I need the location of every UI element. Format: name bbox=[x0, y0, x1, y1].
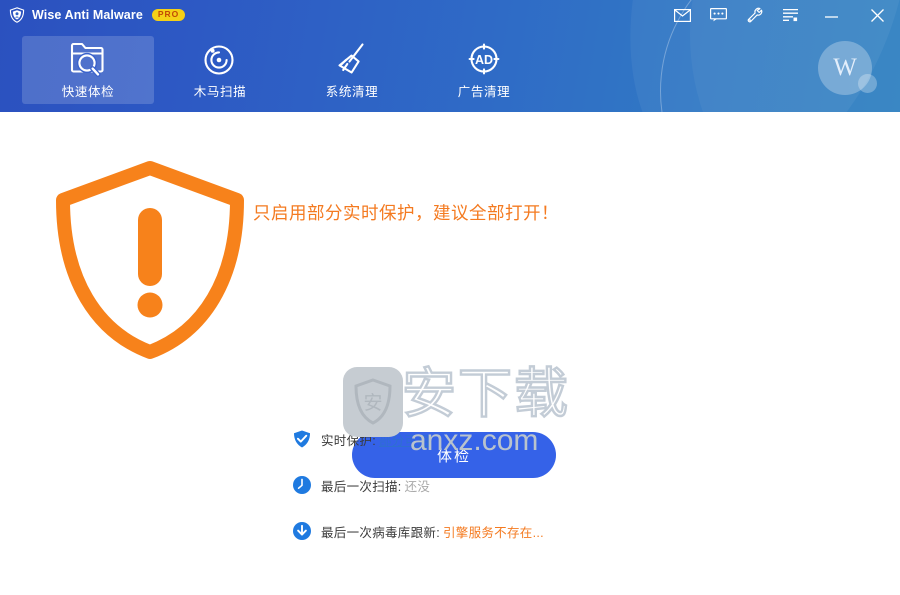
close-icon[interactable] bbox=[854, 0, 900, 30]
feedback-icon[interactable] bbox=[700, 0, 736, 30]
nav-label: 木马扫描 bbox=[193, 85, 247, 99]
titlebar-buttons bbox=[664, 0, 900, 30]
clock-gauge-icon bbox=[292, 475, 312, 495]
menu-icon[interactable] bbox=[772, 0, 808, 30]
status-list: 实时保护: 部分可用 最后一次扫描: 还没 最后一次病毒库跟新: 引擎服务不存在… bbox=[292, 425, 712, 563]
avatar-letter: W bbox=[833, 54, 857, 81]
status-label: 最后一次病毒库跟新: bbox=[321, 525, 440, 540]
wrench-icon[interactable] bbox=[736, 0, 772, 30]
main-nav: 快速体检 木马扫描 系统清理 AD 广告清理 bbox=[0, 36, 550, 104]
avatar[interactable]: W bbox=[818, 41, 877, 95]
nav-item-quick-check[interactable]: 快速体检 bbox=[22, 36, 154, 104]
svg-text:AD: AD bbox=[475, 53, 493, 67]
status-value[interactable]: 部分可用 bbox=[379, 430, 430, 449]
nav-item-system-clean[interactable]: 系统清理 bbox=[286, 36, 418, 104]
status-label: 实时保护: bbox=[321, 433, 376, 448]
nav-label: 快速体检 bbox=[61, 85, 115, 99]
svg-text:安下载: 安下载 bbox=[402, 364, 570, 424]
status-row-realtime-protection: 实时保护: 部分可用 bbox=[292, 425, 712, 453]
status-value: 引擎服务不存在... bbox=[442, 525, 544, 540]
broom-icon bbox=[331, 38, 373, 80]
app-header: Wise Anti Malware PRO 快速体检 木马扫描 系统清理 AD … bbox=[0, 0, 900, 112]
pro-badge: PRO bbox=[151, 9, 186, 21]
mail-icon[interactable] bbox=[664, 0, 700, 30]
radar-scan-icon bbox=[199, 38, 241, 80]
status-row-last-scan: 最后一次扫描: 还没 bbox=[292, 471, 712, 499]
folder-search-icon bbox=[67, 38, 109, 80]
shield-check-icon bbox=[292, 429, 312, 449]
download-arrow-icon bbox=[292, 521, 312, 541]
nav-label: 系统清理 bbox=[325, 85, 379, 99]
nav-label: 广告清理 bbox=[457, 85, 511, 99]
nav-item-ad-clean[interactable]: AD 广告清理 bbox=[418, 36, 550, 104]
ad-target-icon: AD bbox=[463, 38, 505, 80]
status-row-last-db-update: 最后一次病毒库跟新: 引擎服务不存在... bbox=[292, 517, 712, 545]
watermark-text: 安下载 bbox=[401, 362, 582, 429]
app-title: Wise Anti Malware bbox=[32, 8, 143, 22]
main-content: 只启用部分实时保护，建议全部打开！ 安 安下载 anxz.com 体检 实时保护… bbox=[0, 112, 900, 595]
svg-text:安: 安 bbox=[363, 392, 382, 414]
warning-message: 只启用部分实时保护，建议全部打开！ bbox=[253, 203, 559, 223]
app-window: Wise Anti Malware PRO 快速体检 木马扫描 系统清理 AD … bbox=[0, 0, 900, 595]
title-bar: Wise Anti Malware PRO bbox=[0, 0, 900, 30]
status-label: 最后一次扫描: bbox=[321, 479, 402, 494]
shield-icon bbox=[9, 7, 25, 23]
shield-exclamation-icon bbox=[55, 160, 245, 360]
minimize-icon[interactable] bbox=[808, 0, 854, 30]
nav-item-trojan-scan[interactable]: 木马扫描 bbox=[154, 36, 286, 104]
brand: Wise Anti Malware PRO bbox=[9, 7, 186, 23]
status-value: 还没 bbox=[404, 479, 431, 494]
